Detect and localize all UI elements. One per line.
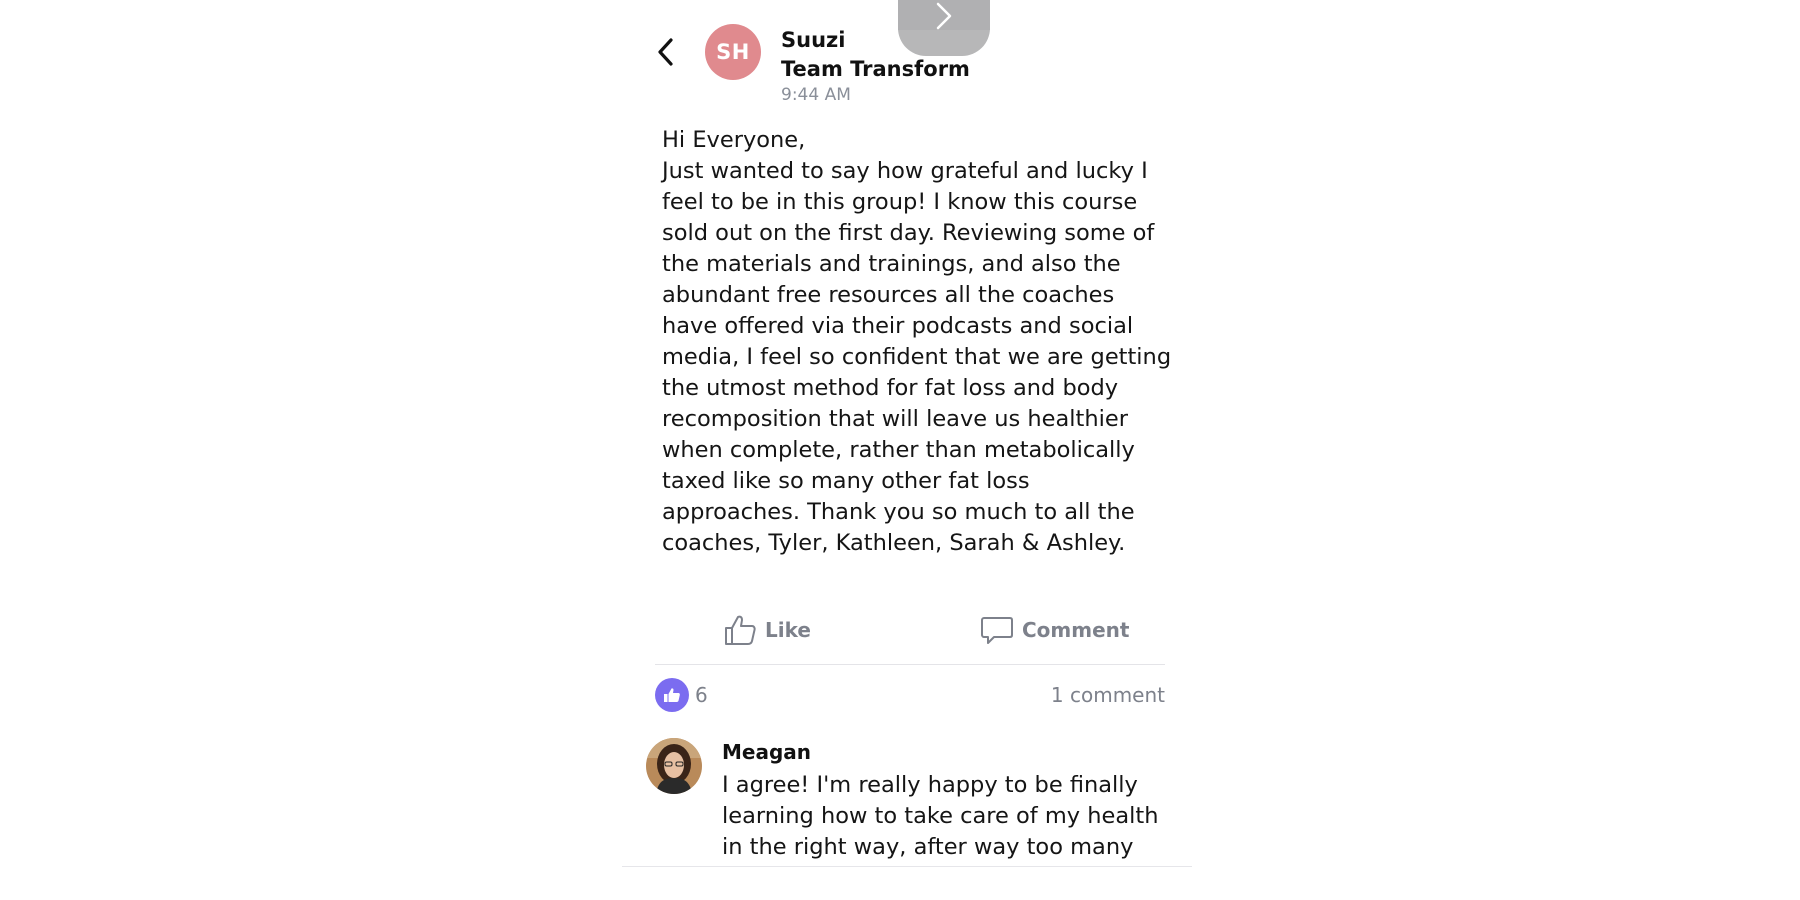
like-label: Like xyxy=(765,618,811,642)
commenter-name[interactable]: Meagan xyxy=(722,740,811,764)
thumbs-up-icon xyxy=(725,615,756,645)
post-body-text: Hi Everyone, Just wanted to say how grat… xyxy=(662,127,1172,556)
comment-button[interactable]: Comment xyxy=(980,610,1129,650)
overlay-next-button[interactable] xyxy=(898,0,990,56)
post-actions-bar: Like Comment xyxy=(655,600,1165,665)
speech-bubble-icon xyxy=(981,617,1013,644)
post-stats: 6 1 comment xyxy=(655,678,1165,714)
comment-count-link[interactable]: 1 comment xyxy=(1051,683,1165,707)
commenter-avatar[interactable] xyxy=(646,738,702,794)
thumbs-up-icon xyxy=(664,688,680,702)
like-button[interactable]: Like xyxy=(723,610,811,650)
back-button[interactable] xyxy=(652,34,680,70)
author-avatar[interactable]: SH xyxy=(705,24,761,80)
chevron-right-icon xyxy=(936,2,952,30)
post-card: SH Suuzi Team Transform 9:44 AM Hi Every… xyxy=(622,0,1192,867)
comment-label: Comment xyxy=(1022,618,1130,642)
comment-text: I agree! I'm really happy to be finally … xyxy=(722,772,1159,866)
chevron-left-icon xyxy=(658,38,673,66)
like-count[interactable]: 6 xyxy=(695,683,708,707)
like-reaction-badge[interactable] xyxy=(655,678,689,712)
post-timestamp: 9:44 AM xyxy=(781,85,851,105)
